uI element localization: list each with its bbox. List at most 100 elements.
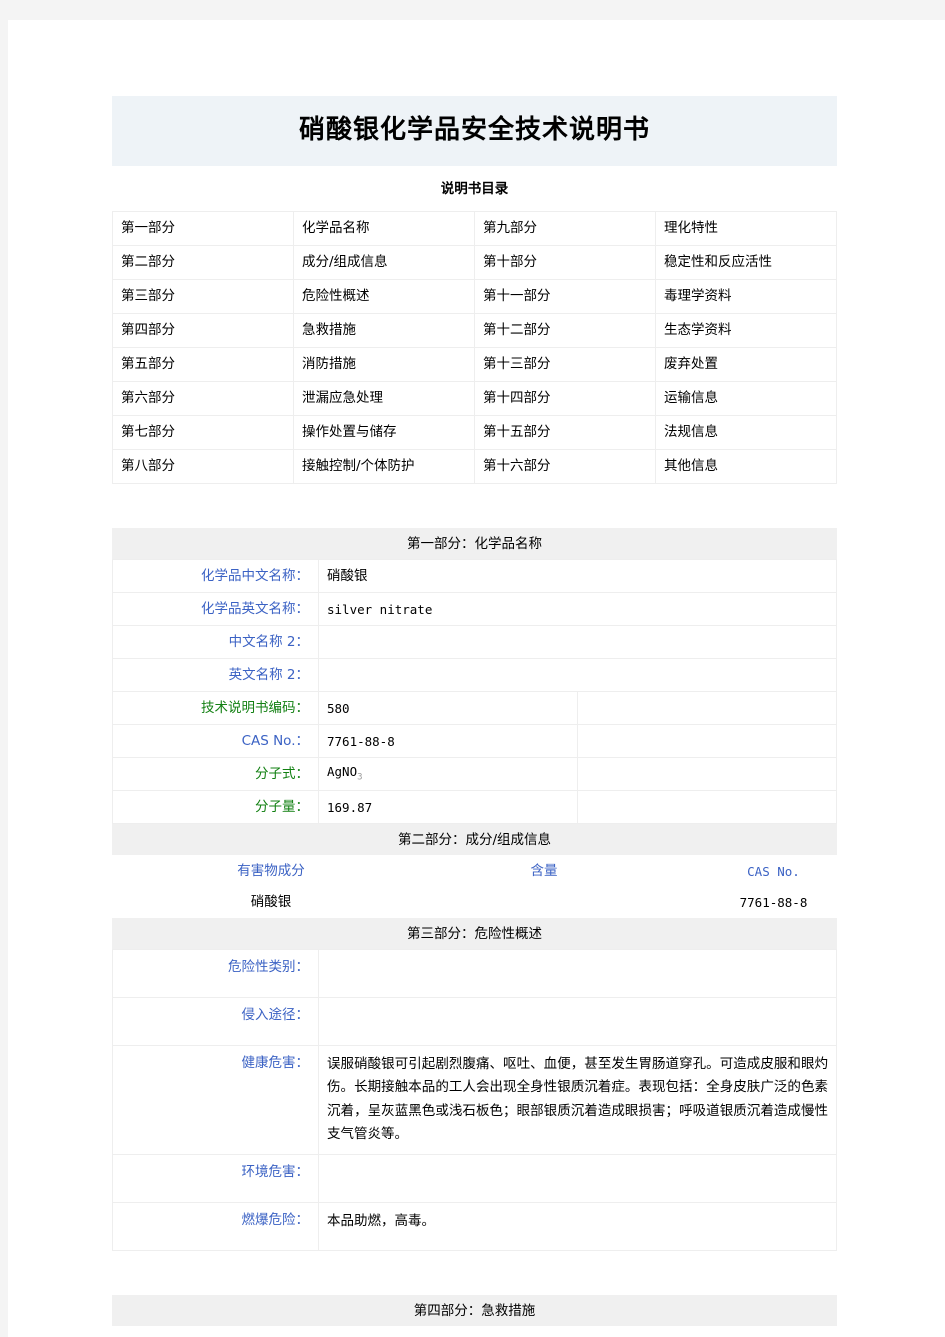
- field-value-explosion-hazard: 本品助燃，高毒。: [318, 1202, 837, 1252]
- cell-cas-value: 7761-88-8: [658, 886, 889, 919]
- section-3-table: 危险性类别： 侵入途径： 健康危害： 误服硝酸银可引起剧烈腹痛、呕吐、血便，甚至…: [112, 949, 837, 1252]
- table-row: 健康危害： 误服硝酸银可引起剧烈腹痛、呕吐、血便，甚至发生胃肠道穿孔。可造成皮服…: [112, 1045, 837, 1156]
- toc-right-number: 第十二部分: [474, 313, 656, 349]
- field-label-hazard-class: 危险性类别：: [112, 949, 319, 999]
- field-label-cas-number: CAS No.：: [112, 724, 319, 759]
- field-value-molecular-formula: AgNO3: [318, 757, 578, 792]
- toc-left-name: 接触控制/个体防护: [293, 449, 475, 485]
- field-label-environmental-hazard: 环境危害：: [112, 1154, 319, 1204]
- field-spare-cell: [577, 691, 837, 726]
- toc-left-name: 成分/组成信息: [293, 245, 475, 281]
- toc-left-number: 第二部分: [112, 245, 294, 281]
- table-row: 分子量： 169.87: [112, 790, 837, 825]
- toc-left-number: 第三部分: [112, 279, 294, 315]
- table-row: 第一部分 化学品名称 第九部分 理化特性: [112, 211, 837, 247]
- table-row: 危险性类别：: [112, 949, 837, 999]
- toc-right-number: 第十部分: [474, 245, 656, 281]
- toc-title: 说明书目录: [112, 166, 837, 213]
- field-value-molecular-weight: 169.87: [318, 790, 578, 825]
- section-4-header: 第四部分：急救措施: [112, 1295, 837, 1327]
- toc-left-name: 危险性概述: [293, 279, 475, 315]
- field-value-english-name-2: [318, 658, 837, 693]
- toc-left-number: 第八部分: [112, 449, 294, 485]
- toc-right-name: 理化特性: [655, 211, 837, 247]
- field-value-cas-number: 7761-88-8: [318, 724, 578, 759]
- table-header-row: 有害物成分 含量 CAS No.: [112, 855, 889, 888]
- field-value-health-hazard: 误服硝酸银可引起剧烈腹痛、呕吐、血便，甚至发生胃肠道穿孔。可造成皮服和眼灼伤。长…: [318, 1045, 837, 1156]
- field-value-invasion-route: [318, 997, 837, 1047]
- toc-right-number: 第九部分: [474, 211, 656, 247]
- table-row: 英文名称 2：: [112, 658, 837, 693]
- table-row: 技术说明书编码： 580: [112, 691, 837, 726]
- toc-right-number: 第十四部分: [474, 381, 656, 417]
- toc-right-name: 稳定性和反应活性: [655, 245, 837, 281]
- toc-left-number: 第四部分: [112, 313, 294, 349]
- section-2-table: 有害物成分 含量 CAS No. 硝酸银 7761-88-8: [112, 855, 889, 919]
- field-spare-cell: [577, 790, 837, 825]
- toc-left-name: 操作处置与储存: [293, 415, 475, 451]
- table-row: 化学品中文名称： 硝酸银: [112, 559, 837, 594]
- table-row: 第四部分 急救措施 第十二部分 生态学资料: [112, 313, 837, 349]
- toc-right-number: 第十五部分: [474, 415, 656, 451]
- table-row: 侵入途径：: [112, 997, 837, 1047]
- toc-right-name: 生态学资料: [655, 313, 837, 349]
- field-label-chinese-name-2: 中文名称 2：: [112, 625, 319, 660]
- table-row: 分子式： AgNO3: [112, 757, 837, 792]
- field-label-english-name: 化学品英文名称：: [112, 592, 319, 627]
- toc-left-number: 第一部分: [112, 211, 294, 247]
- spacer-page-break: [112, 1251, 837, 1296]
- cell-content-value: [429, 886, 659, 919]
- column-header-cas: CAS No.: [658, 855, 889, 888]
- field-label-explosion-hazard: 燃爆危险：: [112, 1202, 319, 1252]
- formula-base: AgNO: [327, 764, 358, 780]
- toc-right-name: 毒理学资料: [655, 279, 837, 315]
- toc-left-name: 消防措施: [293, 347, 475, 383]
- section-1-table: 化学品中文名称： 硝酸银 化学品英文名称： silver nitrate 中文名…: [112, 559, 837, 825]
- table-row: 第八部分 接触控制/个体防护 第十六部分 其他信息: [112, 449, 837, 485]
- table-row: 第二部分 成分/组成信息 第十部分 稳定性和反应活性: [112, 245, 837, 281]
- section-2-header: 第二部分：成分/组成信息: [112, 824, 837, 856]
- table-of-contents: 说明书目录 第一部分 化学品名称 第九部分 理化特性 第二部分 成分/组成信息 …: [112, 166, 837, 485]
- toc-right-name: 废弃处置: [655, 347, 837, 383]
- toc-left-name: 化学品名称: [293, 211, 475, 247]
- field-value-english-name: silver nitrate: [318, 592, 837, 627]
- field-value-chinese-name: 硝酸银: [318, 559, 837, 594]
- field-label-chinese-name: 化学品中文名称：: [112, 559, 319, 594]
- column-header-content: 含量: [429, 855, 659, 888]
- field-value-hazard-class: [318, 949, 837, 999]
- field-value-msds-code: 580: [318, 691, 578, 726]
- column-header-component: 有害物成分: [112, 855, 430, 888]
- field-label-invasion-route: 侵入途径：: [112, 997, 319, 1047]
- table-row: 第五部分 消防措施 第十三部分 废弃处置: [112, 347, 837, 383]
- toc-body: 第一部分 化学品名称 第九部分 理化特性 第二部分 成分/组成信息 第十部分 稳…: [112, 211, 837, 485]
- field-label-health-hazard: 健康危害：: [112, 1045, 319, 1156]
- section-1-header: 第一部分：化学品名称: [112, 528, 837, 560]
- toc-right-name: 法规信息: [655, 415, 837, 451]
- table-row: 硝酸银 7761-88-8: [112, 886, 889, 919]
- msds-content: 硝酸银化学品安全技术说明书 说明书目录 第一部分 化学品名称 第九部分 理化特性…: [112, 96, 889, 1327]
- section-3-header: 第三部分：危险性概述: [112, 918, 837, 950]
- cell-component-name: 硝酸银: [112, 886, 430, 919]
- formula-subscript: 3: [357, 772, 363, 783]
- toc-right-name: 其他信息: [655, 449, 837, 485]
- toc-right-number: 第十三部分: [474, 347, 656, 383]
- table-row: 燃爆危险： 本品助燃，高毒。: [112, 1202, 837, 1252]
- table-row: 第三部分 危险性概述 第十一部分 毒理学资料: [112, 279, 837, 315]
- field-spare-cell: [577, 757, 837, 792]
- document-page: 硝酸银化学品安全技术说明书 说明书目录 第一部分 化学品名称 第九部分 理化特性…: [8, 20, 945, 1337]
- field-value-environmental-hazard: [318, 1154, 837, 1204]
- page-title: 硝酸银化学品安全技术说明书: [112, 96, 837, 167]
- spacer-after-toc: [112, 484, 837, 529]
- toc-left-number: 第六部分: [112, 381, 294, 417]
- table-row: 第七部分 操作处置与储存 第十五部分 法规信息: [112, 415, 837, 451]
- toc-right-number: 第十六部分: [474, 449, 656, 485]
- field-spare-cell: [577, 724, 837, 759]
- table-row: 环境危害：: [112, 1154, 837, 1204]
- table-row: CAS No.： 7761-88-8: [112, 724, 837, 759]
- field-label-msds-code: 技术说明书编码：: [112, 691, 319, 726]
- toc-left-number: 第七部分: [112, 415, 294, 451]
- table-row: 第六部分 泄漏应急处理 第十四部分 运输信息: [112, 381, 837, 417]
- field-label-english-name-2: 英文名称 2：: [112, 658, 319, 693]
- toc-left-number: 第五部分: [112, 347, 294, 383]
- field-value-chinese-name-2: [318, 625, 837, 660]
